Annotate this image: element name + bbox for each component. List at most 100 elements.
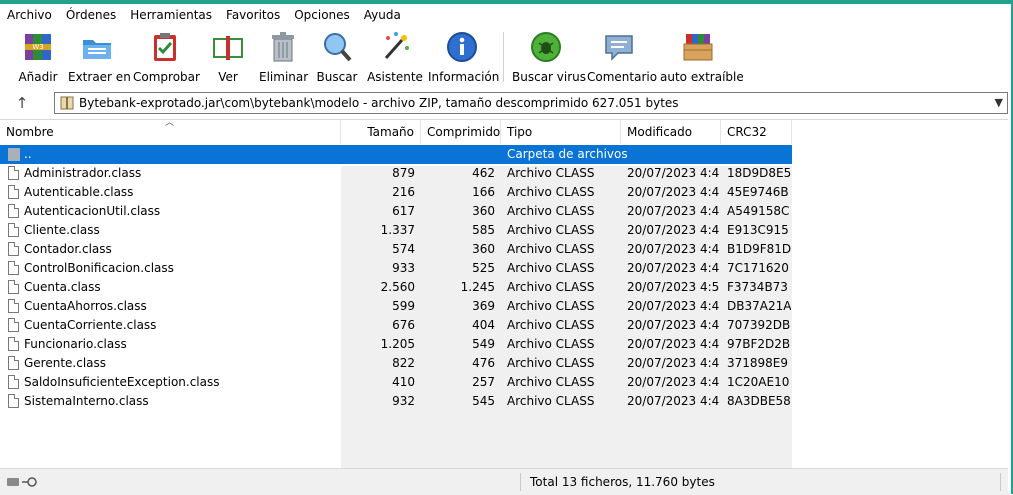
- table-row[interactable]: Autenticable.class 216 166 Archivo CLASS 20/…: [0, 183, 792, 202]
- column-header-size[interactable]: Tamaño: [341, 120, 421, 144]
- row-packed: 369: [472, 299, 495, 313]
- column-header-crc[interactable]: CRC32: [721, 120, 792, 144]
- row-size: 2.560: [380, 280, 415, 294]
- trash-icon: [266, 30, 300, 64]
- row-modified: 20/07/2023 4:4...: [627, 299, 719, 313]
- row-size: 1.337: [380, 223, 415, 237]
- row-size: 216: [392, 185, 415, 199]
- row-packed: 1.245: [460, 280, 495, 294]
- row-type: Archivo CLASS: [507, 356, 595, 370]
- row-modified: 20/07/2023 4:4...: [627, 204, 719, 218]
- toolbar: W3 Añadir Extraer en Comprobar Ver Elimi…: [0, 26, 1008, 88]
- row-crc: 18D9D8E5: [727, 166, 791, 180]
- file-icon: [8, 166, 19, 180]
- parent-folder-row[interactable]: .. Carpeta de archivos: [0, 145, 792, 164]
- row-size: 932: [392, 394, 415, 408]
- column-header-packed[interactable]: Comprimido: [421, 120, 501, 144]
- find-button[interactable]: Buscar: [315, 30, 359, 86]
- extract-folder-icon: [80, 30, 114, 64]
- info-button[interactable]: Información: [428, 30, 499, 86]
- table-row[interactable]: Gerente.class 822 476 Archivo CLASS 20/07/20…: [0, 354, 792, 373]
- row-crc: E913C915: [727, 223, 789, 237]
- row-crc: 8A3DBE58: [727, 394, 791, 408]
- table-row[interactable]: SaldoInsuficienteException.class 410 257 Ar…: [0, 373, 792, 392]
- row-crc: 45E9746B: [727, 185, 789, 199]
- row-size: 1.205: [380, 337, 415, 351]
- menu-herramientas[interactable]: Herramientas: [123, 4, 219, 26]
- row-name: SistemaInterno.class: [24, 394, 149, 408]
- table-row[interactable]: Administrador.class 879 462 Archivo CLASS 20…: [0, 164, 792, 183]
- row-name: AutenticacionUtil.class: [24, 204, 161, 218]
- table-row[interactable]: CuentaAhorros.class 599 369 Archivo CLASS 20…: [0, 297, 792, 316]
- table-row[interactable]: Cliente.class 1.337 585 Archivo CLASS 20/07/…: [0, 221, 792, 240]
- chevron-down-icon[interactable]: ▼: [995, 93, 1003, 113]
- row-size: 574: [392, 242, 415, 256]
- virus-scan-icon: [529, 30, 563, 64]
- row-name: Gerente.class: [24, 356, 107, 370]
- row-packed: 360: [472, 242, 495, 256]
- table-row[interactable]: Funcionario.class 1.205 549 Archivo CLASS 20…: [0, 335, 792, 354]
- comment-icon: [602, 30, 636, 64]
- row-packed: 404: [472, 318, 495, 332]
- address-path: Bytebank-exprotado.jar\com\bytebank\mode…: [79, 96, 679, 110]
- row-size: 617: [392, 204, 415, 218]
- menu-bar: Archivo Órdenes Herramientas Favoritos O…: [0, 4, 1008, 26]
- up-arrow-icon[interactable]: ↑: [12, 93, 32, 113]
- menu-ayuda[interactable]: Ayuda: [357, 4, 408, 26]
- file-icon: [8, 299, 19, 313]
- row-type: Archivo CLASS: [507, 185, 595, 199]
- menu-ordenes[interactable]: Órdenes: [59, 4, 123, 26]
- table-row[interactable]: Cuenta.class 2.560 1.245 Archivo CLASS 20/07…: [0, 278, 792, 297]
- row-size: 879: [392, 166, 415, 180]
- row-modified: 20/07/2023 4:4...: [627, 394, 719, 408]
- menu-archivo[interactable]: Archivo: [0, 4, 59, 26]
- row-name: Cliente.class: [24, 223, 100, 237]
- file-list: Nombre ︿ Tamaño Comprimido Tipo Modifica…: [0, 118, 1008, 468]
- add-button[interactable]: W3 Añadir: [16, 30, 60, 86]
- row-packed: 257: [472, 375, 495, 389]
- row-modified: 20/07/2023 4:4...: [627, 242, 719, 256]
- column-header-name[interactable]: Nombre ︿: [0, 118, 341, 144]
- info-icon: [445, 30, 479, 64]
- row-type: Carpeta de archivos: [507, 147, 628, 161]
- view-button[interactable]: Ver: [205, 30, 251, 86]
- table-row[interactable]: SistemaInterno.class 932 545 Archivo CLASS 2…: [0, 392, 792, 411]
- extract-button[interactable]: Extraer en: [68, 30, 131, 86]
- row-type: Archivo CLASS: [507, 242, 595, 256]
- delete-button[interactable]: Eliminar: [259, 30, 308, 86]
- table-row[interactable]: CuentaCorriente.class 676 404 Archivo CLASS…: [0, 316, 792, 335]
- table-row[interactable]: ControlBonificacion.class 933 525 Archivo C…: [0, 259, 792, 278]
- file-icon: [8, 318, 19, 332]
- row-modified: 20/07/2023 4:5...: [627, 280, 719, 294]
- row-modified: 20/07/2023 4:4...: [627, 185, 719, 199]
- svg-text:W3: W3: [32, 43, 43, 51]
- row-type: Archivo CLASS: [507, 375, 595, 389]
- menu-favoritos[interactable]: Favoritos: [219, 4, 287, 26]
- test-button[interactable]: Comprobar: [133, 30, 200, 86]
- table-row[interactable]: AutenticacionUtil.class 617 360 Archivo CLA…: [0, 202, 792, 221]
- row-name: CuentaCorriente.class: [24, 318, 157, 332]
- comment-button[interactable]: Comentario: [587, 30, 657, 86]
- column-header-modified[interactable]: Modificado: [621, 120, 721, 144]
- sfx-button[interactable]: auto extraíble: [660, 30, 744, 86]
- row-modified: 20/07/2023 4:4...: [627, 223, 719, 237]
- table-row[interactable]: Contador.class 574 360 Archivo CLASS 20/07/2…: [0, 240, 792, 259]
- status-summary: Total 13 ficheros, 11.760 bytes: [530, 475, 715, 489]
- file-icon: [8, 242, 19, 256]
- file-icon: [8, 185, 19, 199]
- virus-scan-button[interactable]: Buscar virus: [512, 30, 586, 86]
- row-name: ..: [24, 147, 32, 161]
- magnifier-icon: [320, 30, 354, 64]
- row-crc: 97BF2D2B: [727, 337, 791, 351]
- row-name: Administrador.class: [24, 166, 142, 180]
- row-packed: 166: [472, 185, 495, 199]
- row-name: Cuenta.class: [24, 280, 101, 294]
- row-name: ControlBonificacion.class: [24, 261, 174, 275]
- wizard-button[interactable]: Asistente: [367, 30, 423, 86]
- row-packed: 525: [472, 261, 495, 275]
- column-header-type[interactable]: Tipo: [501, 120, 621, 144]
- row-size: 410: [392, 375, 415, 389]
- address-field[interactable]: Bytebank-exprotado.jar\com\bytebank\mode…: [54, 92, 1008, 114]
- menu-opciones[interactable]: Opciones: [287, 4, 357, 26]
- row-type: Archivo CLASS: [507, 223, 595, 237]
